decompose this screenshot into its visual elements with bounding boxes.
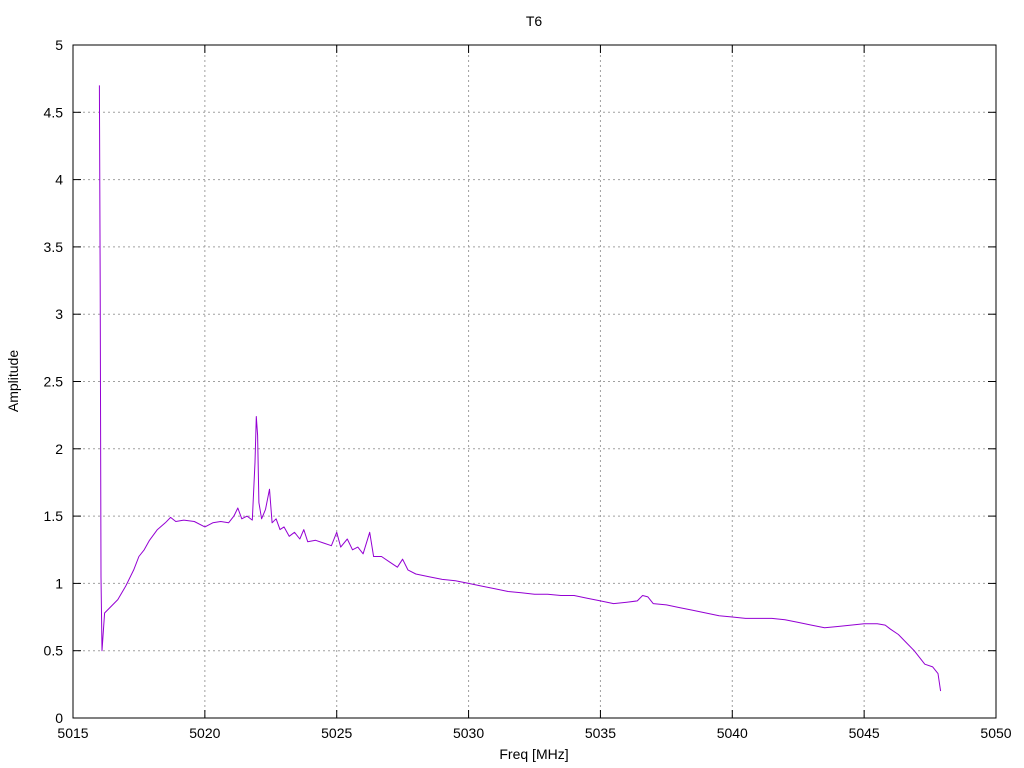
y-tick-label: 0 [55,710,63,726]
grid [73,45,996,718]
y-tick-label: 3.5 [44,239,64,255]
amplitude-line-chart: T6 Freq [MHz] Amplitude 5015 5020 5025 5030… [5,13,1012,762]
y-tick-label: 1.5 [44,508,64,524]
y-tick-label: 4 [55,172,63,188]
y-tick-label: 4.5 [44,104,64,120]
y-tick-label: 5 [55,37,63,53]
chart-title: T6 [526,13,543,29]
y-tick-label: 0.5 [44,643,64,659]
x-tick-label: 5025 [321,725,352,741]
x-axis-label: Freq [MHz] [499,746,568,762]
series-layer [98,85,942,692]
y-tick-label: 1 [55,575,63,591]
x-tick-label: 5020 [189,725,220,741]
x-tick-label: 5050 [980,725,1011,741]
y-tick-label: 3 [55,306,63,322]
series-line [98,85,942,692]
x-tick-label: 5040 [717,725,748,741]
y-tick-label: 2.5 [44,374,64,390]
y-tick-label: 2 [55,441,63,457]
x-tick-label: 5015 [57,725,88,741]
x-tick-label: 5030 [453,725,484,741]
x-tick-label: 5035 [585,725,616,741]
x-tick-label: 5045 [849,725,880,741]
y-axis-label: Amplitude [5,350,21,412]
ticks: 5015 5020 5025 5030 5035 5040 5045 5050 0 0.5 1 1.5… [44,37,1012,741]
